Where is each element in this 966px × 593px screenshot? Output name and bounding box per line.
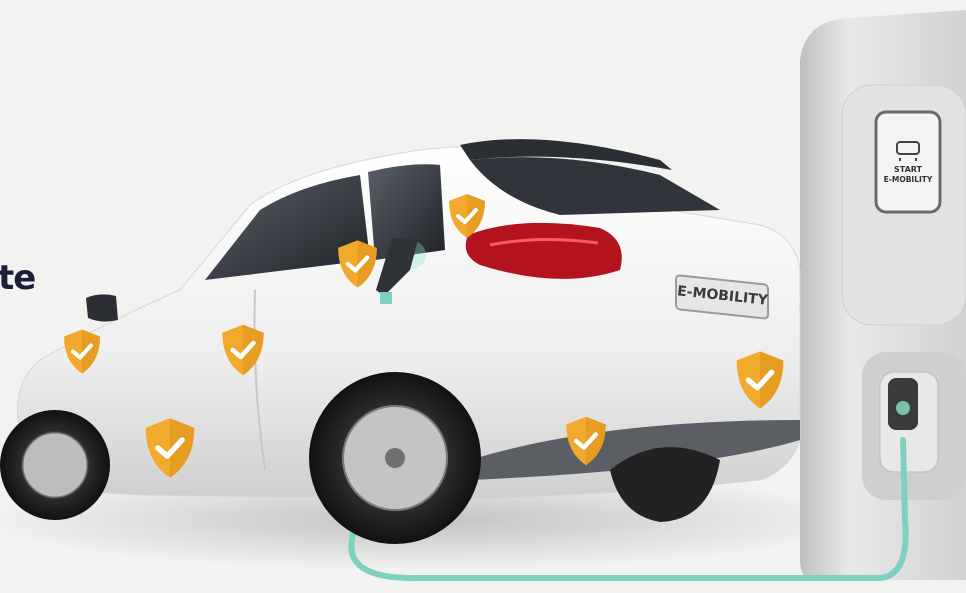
- rear-wheel: [309, 372, 481, 544]
- headline-fragment: te: [0, 258, 36, 298]
- front-wheel: [0, 410, 110, 520]
- shield-check-icon: [64, 329, 100, 374]
- electric-suv: E-MOBILITY: [0, 139, 801, 544]
- charger-label-line2: E-MOBILITY: [884, 175, 933, 184]
- shield-badge[interactable]: [336, 238, 379, 290]
- shield-check-icon: [736, 351, 784, 409]
- shield-check-icon: [449, 194, 485, 238]
- shield-check-icon: [566, 416, 606, 466]
- charging-station: START E-MOBILITY: [800, 10, 966, 580]
- shield-check-icon: [222, 324, 264, 376]
- shield-badge[interactable]: [564, 414, 608, 468]
- shield-badge[interactable]: [220, 322, 266, 378]
- shield-check-icon: [145, 418, 195, 478]
- charger-label-line1: START: [894, 165, 923, 174]
- shield-badge[interactable]: [143, 414, 197, 482]
- ev-charging-scene: START E-MOBILITY E-MOBILITY: [0, 10, 966, 582]
- shield-badge[interactable]: [734, 348, 786, 412]
- shield-badge[interactable]: [447, 192, 487, 240]
- shield-badge[interactable]: [62, 327, 102, 376]
- shield-check-icon: [338, 240, 377, 288]
